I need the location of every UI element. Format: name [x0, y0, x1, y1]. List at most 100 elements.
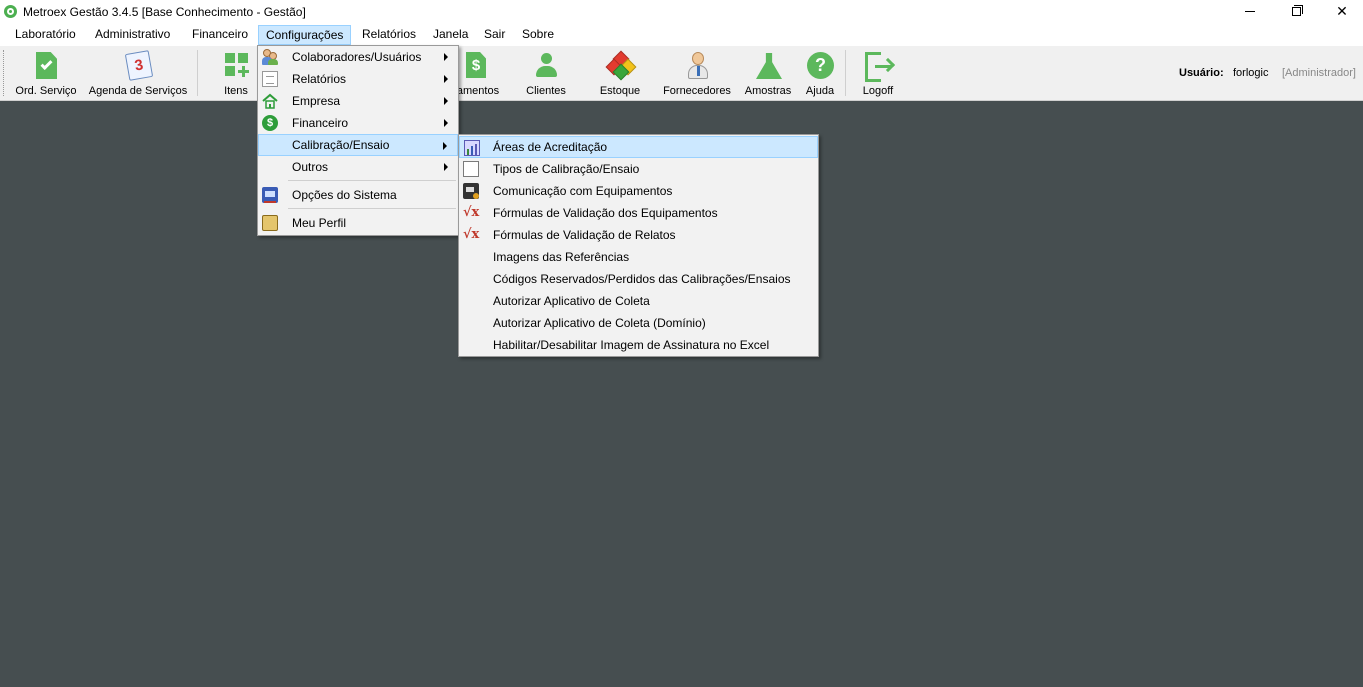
submenu-arrow-icon: [444, 97, 448, 105]
submenu-item-label: Fórmulas de Validação de Relatos: [493, 228, 676, 242]
report-icon: [262, 71, 278, 87]
calibracao-submenu: Áreas de Acreditação Tipos de Calibração…: [458, 134, 819, 357]
dollar-coin-icon: $: [262, 115, 278, 131]
itens-button[interactable]: Itens: [216, 48, 256, 100]
menu-sobre[interactable]: Sobre: [515, 25, 561, 45]
users-icon: [262, 49, 278, 65]
submenu-item-label: Habilitar/Desabilitar Imagem de Assinatu…: [493, 338, 770, 352]
user-name: forlogic: [1233, 67, 1269, 79]
help-icon: ?: [805, 51, 835, 81]
submenu-arrow-icon: [444, 53, 448, 61]
menu-item-empresa[interactable]: Empresa: [258, 90, 458, 112]
ord-servico-button[interactable]: Ord. Serviço: [10, 48, 82, 100]
menu-item-label: Colaboradores/Usuários: [292, 50, 422, 64]
submenu-item-codigos-reservados[interactable]: Códigos Reservados/Perdidos das Calibraç…: [459, 268, 818, 290]
submenu-item-autorizar-coleta[interactable]: Autorizar Aplicativo de Coleta: [459, 290, 818, 312]
submenu-item-label: Tipos de Calibração/Ensaio: [493, 162, 640, 176]
submenu-item-formulas-equipamentos[interactable]: √x Fórmulas de Validação dos Equipamento…: [459, 202, 818, 224]
user-role: [Administrador]: [1282, 67, 1356, 79]
toolbar: Ord. Serviço 3 Agenda de Serviços Itens …: [0, 46, 1363, 101]
window-title: Metroex Gestão 3.4.5 [Base Conhecimento …: [23, 5, 306, 19]
submenu-item-label: Autorizar Aplicativo de Coleta (Domínio): [493, 316, 706, 330]
submenu-arrow-icon: [444, 163, 448, 171]
submenu-item-label: Códigos Reservados/Perdidos das Calibraç…: [493, 272, 791, 286]
menu-item-label: Outros: [292, 160, 329, 174]
menu-item-outros[interactable]: Outros: [258, 156, 458, 178]
person-icon: [531, 51, 561, 81]
fornecedores-button[interactable]: Fornecedores: [660, 48, 734, 100]
submenu-item-comunicacao-equipamentos[interactable]: Comunicação com Equipamentos: [459, 180, 818, 202]
menu-item-meu-perfil[interactable]: Meu Perfil: [258, 212, 458, 234]
system-options-icon: [262, 187, 278, 203]
menu-sair[interactable]: Sair: [477, 25, 512, 45]
toolbar-grip[interactable]: [3, 50, 5, 96]
amostras-button[interactable]: Amostras: [741, 48, 795, 100]
submenu-item-label: Imagens das Referências: [493, 250, 630, 264]
calendar-icon: 3: [123, 50, 154, 81]
user-label: Usuário:: [1179, 67, 1224, 79]
menu-item-label: Meu Perfil: [292, 216, 347, 230]
menu-item-calibracao-ensaio[interactable]: Calibração/Ensaio: [258, 134, 458, 156]
minimize-icon: [1245, 11, 1255, 12]
submenu-item-habilitar-assinatura[interactable]: Habilitar/Desabilitar Imagem de Assinatu…: [459, 334, 818, 356]
configuracoes-dropdown: Colaboradores/Usuários Relatórios Empres…: [257, 45, 459, 236]
menu-laboratorio[interactable]: Laboratório: [8, 25, 83, 45]
menu-item-label: Empresa: [292, 94, 341, 108]
ajuda-button[interactable]: ? Ajuda: [802, 48, 838, 100]
submenu-arrow-icon: [444, 119, 448, 127]
toolbar-separator: [845, 50, 846, 96]
clientes-label: Clientes: [526, 85, 566, 97]
submenu-item-label: Autorizar Aplicativo de Coleta: [493, 294, 650, 308]
equipment-monitor-icon: [463, 183, 479, 199]
document-icon: [463, 161, 479, 177]
menu-relatorios[interactable]: Relatórios: [355, 25, 423, 45]
agenda-servicos-button[interactable]: 3 Agenda de Serviços: [86, 48, 190, 100]
order-check-icon: [31, 51, 61, 81]
formula-sqrt-icon: √x: [463, 227, 480, 242]
menu-financeiro[interactable]: Financeiro: [185, 25, 255, 45]
items-grid-icon: [221, 51, 251, 81]
estoque-button[interactable]: Estoque: [596, 48, 644, 100]
restore-button[interactable]: [1273, 0, 1319, 23]
orcamentos-label: amentos: [456, 85, 500, 97]
menu-administrativo[interactable]: Administrativo: [88, 25, 177, 45]
menu-janela[interactable]: Janela: [426, 25, 475, 45]
close-button[interactable]: ✕: [1319, 0, 1363, 23]
ajuda-label: Ajuda: [805, 85, 835, 97]
minimize-button[interactable]: [1227, 0, 1273, 23]
amostras-label: Amostras: [744, 85, 792, 97]
fornecedores-label: Fornecedores: [663, 85, 731, 97]
formula-sqrt-icon: √x: [463, 205, 480, 220]
submenu-item-areas-acreditacao[interactable]: Áreas de Acreditação: [459, 136, 818, 158]
agenda-servicos-label: Agenda de Serviços: [88, 85, 188, 97]
menu-configuracoes[interactable]: Configurações: [258, 25, 352, 45]
submenu-item-formulas-relatos[interactable]: √x Fórmulas de Validação de Relatos: [459, 224, 818, 246]
toolbar-separator: [197, 50, 198, 96]
close-icon: ✕: [1336, 3, 1348, 19]
submenu-item-label: Comunicação com Equipamentos: [493, 184, 673, 198]
cubes-icon: [605, 50, 637, 81]
menu-item-opcoes-sistema[interactable]: Opções do Sistema: [258, 184, 458, 206]
logoff-label: Logoff: [862, 85, 894, 97]
itens-label: Itens: [224, 85, 248, 97]
app-logo-icon: [4, 5, 17, 18]
profile-icon: [262, 215, 278, 231]
menu-item-colaboradores[interactable]: Colaboradores/Usuários: [258, 46, 458, 68]
menu-item-label: Calibração/Ensaio: [292, 138, 390, 152]
submenu-item-label: Áreas de Acreditação: [493, 140, 608, 154]
menu-item-label: Opções do Sistema: [292, 188, 397, 202]
supplier-person-icon: [682, 51, 712, 81]
orcamentos-button[interactable]: $ amentos: [452, 48, 504, 100]
submenu-item-imagens-referencias[interactable]: Imagens das Referências: [459, 246, 818, 268]
menu-item-relatorios[interactable]: Relatórios: [258, 68, 458, 90]
title-bar: Metroex Gestão 3.4.5 [Base Conhecimento …: [0, 0, 1363, 23]
menu-item-label: Relatórios: [292, 72, 347, 86]
submenu-item-tipos-calibracao[interactable]: Tipos de Calibração/Ensaio: [459, 158, 818, 180]
clientes-button[interactable]: Clientes: [522, 48, 570, 100]
accreditation-chart-icon: [464, 140, 480, 156]
menu-bar: Laboratório Administrativo Financeiro Co…: [0, 23, 1363, 46]
logoff-button[interactable]: Logoff: [858, 48, 898, 100]
submenu-item-autorizar-coleta-dominio[interactable]: Autorizar Aplicativo de Coleta (Domínio): [459, 312, 818, 334]
menu-item-financeiro[interactable]: $ Financeiro: [258, 112, 458, 134]
estoque-label: Estoque: [599, 85, 641, 97]
